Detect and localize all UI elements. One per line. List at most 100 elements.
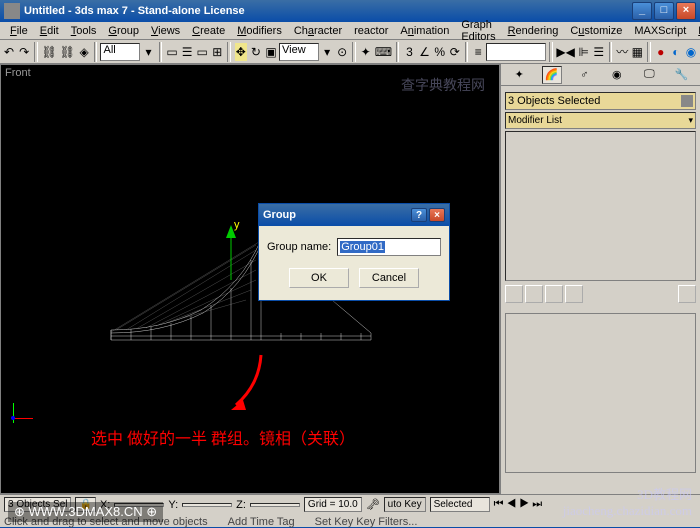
spinner-snap-button[interactable]: ⟳ — [448, 42, 462, 62]
minimize-button[interactable]: _ — [632, 2, 652, 20]
group-dialog: Group ? × Group name: Group01 OK Cancel — [258, 203, 450, 301]
percent-snap-button[interactable]: % — [433, 42, 447, 62]
rollout-area — [505, 313, 696, 473]
dropdown-icon[interactable]: ▾ — [141, 42, 155, 62]
select-name-button[interactable]: ☰ — [180, 42, 194, 62]
modifier-list-dropdown[interactable]: Modifier List — [505, 112, 696, 129]
menu-views[interactable]: Views — [145, 23, 186, 39]
select-button[interactable]: ▭ — [165, 42, 179, 62]
group-name-label: Group name: — [267, 241, 331, 253]
create-tab[interactable]: ✦ — [509, 66, 529, 84]
ref-coord-system[interactable]: View — [279, 43, 319, 61]
x-axis — [13, 418, 33, 419]
annotation-text: 选中 做好的一半 群组。镜相（关联） — [91, 425, 355, 449]
menu-help[interactable]: Help — [692, 23, 700, 39]
display-tab[interactable]: 🖵 — [639, 66, 659, 84]
quick-render-button[interactable]: ◉ — [684, 42, 698, 62]
unlink-button[interactable]: ⛓ — [59, 42, 76, 62]
y-coord-field[interactable] — [182, 503, 232, 507]
material-button[interactable]: ● — [654, 42, 668, 62]
menu-grapheditors[interactable]: Graph Editors — [455, 17, 501, 45]
pin-stack-button[interactable] — [505, 285, 523, 303]
dialog-help-button[interactable]: ? — [411, 208, 427, 222]
dialog-body: Group name: Group01 OK Cancel — [259, 226, 449, 300]
bind-button[interactable]: ◈ — [77, 42, 91, 62]
rotate-button[interactable]: ↻ — [249, 42, 263, 62]
menu-rendering[interactable]: Rendering — [502, 23, 565, 39]
link-button[interactable]: ⛓ — [41, 42, 58, 62]
modify-tab[interactable]: 🌈 — [542, 66, 562, 84]
selection-filter[interactable]: All — [100, 43, 140, 61]
menu-maxscript[interactable]: MAXScript — [628, 23, 692, 39]
menu-animation[interactable]: Animation — [394, 23, 455, 39]
svg-text:y: y — [234, 220, 240, 231]
render-scene-button[interactable]: ◐ — [669, 42, 683, 62]
cancel-button[interactable]: Cancel — [359, 268, 419, 288]
watermark-1: 查字典教程网 — [401, 75, 485, 95]
setkey-label[interactable]: Set Key Key Filters... — [315, 516, 418, 528]
separator — [549, 42, 552, 62]
maximize-button[interactable]: □ — [654, 2, 674, 20]
menu-create[interactable]: Create — [186, 23, 231, 39]
select-region-button[interactable]: ▭ — [195, 42, 209, 62]
hierarchy-tab[interactable]: ♂ — [574, 66, 594, 84]
ok-button[interactable]: OK — [289, 268, 349, 288]
redo-button[interactable]: ↷ — [17, 42, 31, 62]
menu-customize[interactable]: Customize — [564, 23, 628, 39]
manip-button[interactable]: ✦ — [359, 42, 373, 62]
modifier-stack[interactable] — [505, 131, 696, 281]
add-time-tag[interactable]: Add Time Tag — [228, 516, 295, 528]
snap-button[interactable]: 3 — [402, 42, 416, 62]
annotation-arrow — [221, 350, 271, 420]
separator — [465, 42, 468, 62]
mirror-button[interactable]: ▶◀ — [556, 42, 576, 62]
separator — [647, 42, 650, 62]
window-crossing-button[interactable]: ⊞ — [210, 42, 224, 62]
menu-file[interactable]: File — [4, 23, 34, 39]
show-result-button[interactable] — [525, 285, 543, 303]
menu-edit[interactable]: Edit — [34, 23, 65, 39]
keyfilter-selected[interactable]: Selected — [430, 497, 490, 512]
menu-modifiers[interactable]: Modifiers — [231, 23, 288, 39]
remove-mod-button[interactable] — [565, 285, 583, 303]
scale-button[interactable]: ▣ — [264, 42, 278, 62]
watermark-2: 3D教程网 jiaocheng.chazidian.com — [563, 484, 692, 519]
named-sel-dropdown[interactable] — [486, 43, 546, 61]
configure-button[interactable] — [678, 285, 696, 303]
menu-character[interactable]: Character — [288, 23, 348, 39]
separator — [34, 42, 37, 62]
align-button[interactable]: ⊫ — [577, 42, 591, 62]
axis-tripod — [13, 403, 43, 433]
curve-editor-button[interactable]: 〰 — [615, 42, 629, 62]
window-title: Untitled - 3ds max 7 - Stand-alone Licen… — [24, 5, 630, 17]
key-icon: 🗝 — [366, 498, 380, 511]
menu-reactor[interactable]: reactor — [348, 23, 394, 39]
schematic-button[interactable]: ▦ — [630, 42, 644, 62]
grid-info: Grid = 10.0 — [304, 497, 362, 512]
autokey-button[interactable]: uto Key — [384, 497, 426, 512]
watermark-3: ⊕ WWW.3DMAX8.CN ⊕ — [8, 502, 163, 522]
dialog-titlebar[interactable]: Group ? × — [259, 204, 449, 226]
angle-snap-button[interactable]: ∠ — [418, 42, 432, 62]
keymode-button[interactable]: ⌨ — [374, 42, 393, 62]
dialog-close-button[interactable]: × — [429, 208, 445, 222]
group-name-input[interactable]: Group01 — [337, 238, 441, 256]
z-axis — [11, 416, 15, 420]
z-coord-field[interactable] — [250, 503, 300, 507]
z-label: Z: — [236, 499, 246, 511]
close-button[interactable]: × — [676, 2, 696, 20]
make-unique-button[interactable] — [545, 285, 563, 303]
named-sel-button[interactable]: ≡ — [471, 42, 485, 62]
pivot-button[interactable]: ⊙ — [335, 42, 349, 62]
y-axis — [13, 403, 14, 423]
window-titlebar: Untitled - 3ds max 7 - Stand-alone Licen… — [0, 0, 700, 22]
undo-button[interactable]: ↶ — [2, 42, 16, 62]
layer-button[interactable]: ☰ — [592, 42, 606, 62]
motion-tab[interactable]: ◉ — [607, 66, 627, 84]
utilities-tab[interactable]: 🔧 — [672, 66, 692, 84]
menu-group[interactable]: Group — [102, 23, 145, 39]
menu-tools[interactable]: Tools — [65, 23, 103, 39]
move-button[interactable]: ✥ — [234, 42, 248, 62]
dropdown-icon[interactable]: ▾ — [320, 42, 334, 62]
play-controls[interactable]: ⏮ ◀ ▶ ⏭ — [494, 498, 543, 511]
